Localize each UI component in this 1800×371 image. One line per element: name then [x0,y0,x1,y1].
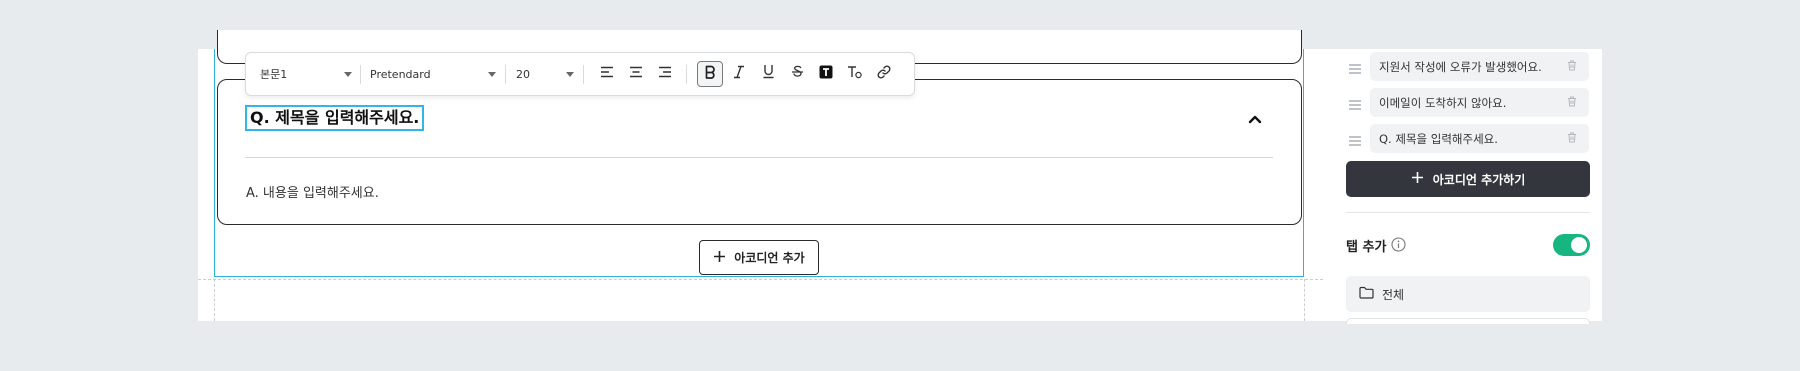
panel-divider [1346,212,1590,213]
text-style-select[interactable]: 본문1 [260,53,352,95]
underline-icon [762,64,775,84]
strikethrough-button[interactable] [784,61,810,87]
plus-icon [713,250,726,266]
bold-button[interactable] [697,61,723,87]
italic-button[interactable] [726,61,752,87]
font-family-select[interactable]: Pretendard [370,53,496,95]
link-icon [877,64,891,84]
toolbar-separator [583,65,584,84]
align-center-icon [629,65,643,83]
add-accordion-item-label: 아코디언 추가하기 [1432,172,1526,187]
accordion-list-item-label: 이메일이 도착하지 않아요. [1379,95,1507,110]
folder-icon [1359,286,1374,302]
accordion-list-item[interactable]: 지원서 작성에 오류가 발생했어요. [1370,52,1589,81]
tab-list-item[interactable] [1346,318,1590,324]
tab-list-item[interactable]: 전체 [1346,276,1590,312]
caret-down-icon [566,71,574,77]
text-format-toolbar: 본문1 Pretendard 20 [245,52,915,96]
accordion-divider [245,157,1273,158]
toolbar-separator [686,65,687,84]
accordion-title[interactable]: Q. 제목을 입력해주세요. [245,105,425,131]
accordion-item[interactable] [217,79,1302,225]
drag-handle-icon[interactable] [1349,61,1361,74]
tab-list-item-label: 전체 [1382,287,1405,302]
strikethrough-icon [791,65,804,84]
add-accordion-item-button[interactable]: 아코디언 추가하기 [1346,161,1590,197]
accordion-list-item[interactable]: 이메일이 도착하지 않아요. [1370,88,1589,117]
font-size-select[interactable]: 20 [516,53,574,95]
trash-icon[interactable] [1567,96,1577,110]
align-center-button[interactable] [623,61,649,87]
guide-line-left [214,279,215,321]
tab-add-label: 탭 추가 [1346,240,1387,255]
underline-button[interactable] [755,61,781,87]
clear-format-icon [847,65,863,84]
accordion-list-item-label: 지원서 작성에 오류가 발생했어요. [1379,59,1542,74]
info-icon[interactable] [1391,237,1406,252]
font-family-value: Pretendard [370,67,431,81]
drag-handle-icon[interactable] [1349,133,1361,146]
font-size-value: 20 [516,67,530,81]
align-left-icon [600,65,614,83]
text-background-button[interactable] [813,61,839,87]
align-right-button[interactable] [652,61,678,87]
accordion-list-item[interactable]: Q. 제목을 입력해주세요. [1370,124,1589,153]
drag-handle-icon[interactable] [1349,97,1361,110]
toolbar-separator [360,65,361,84]
caret-down-icon [488,71,496,77]
align-right-icon [658,65,672,83]
add-accordion-button[interactable]: 아코디언 추가 [699,240,819,275]
trash-icon[interactable] [1567,132,1577,146]
link-button[interactable] [871,61,897,87]
clear-format-button[interactable] [842,61,868,87]
toolbar-separator [505,65,506,84]
guide-line-right [1304,279,1305,321]
chevron-up-icon[interactable] [1246,110,1264,128]
accordion-body[interactable]: A. 내용을 입력해주세요. [246,182,379,201]
text-background-icon [819,65,833,84]
caret-down-icon [344,71,352,77]
text-style-value: 본문1 [260,68,288,81]
section-boundary-line [198,279,1323,280]
plus-icon [1411,171,1424,187]
trash-icon[interactable] [1567,60,1577,74]
toggle-knob [1571,237,1587,253]
italic-icon [733,65,745,84]
add-accordion-label: 아코디언 추가 [734,251,805,265]
accordion-list-item-label: Q. 제목을 입력해주세요. [1379,131,1498,146]
align-left-button[interactable] [594,61,620,87]
bold-icon [704,65,716,84]
